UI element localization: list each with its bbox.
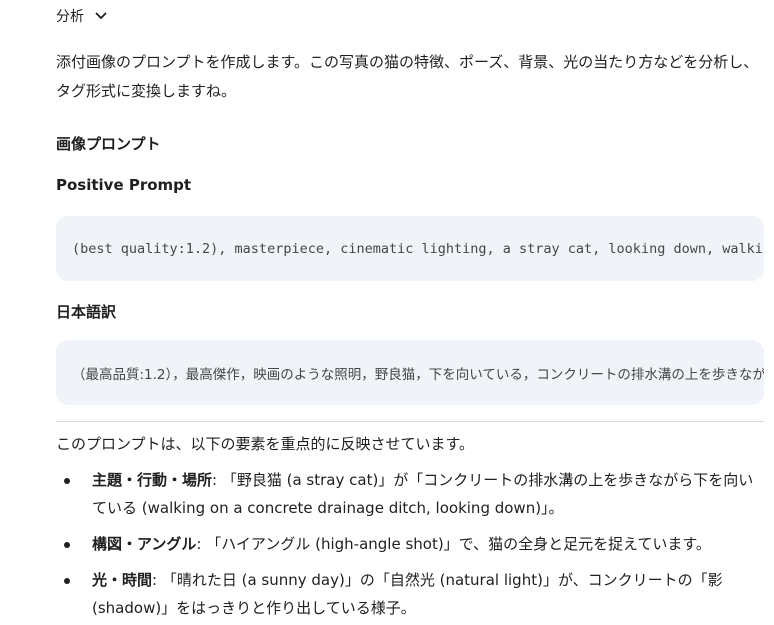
bullet-dot <box>64 542 70 548</box>
analysis-toggle[interactable]: 分析 <box>56 6 108 26</box>
positive-prompt-heading: Positive Prompt <box>56 176 192 194</box>
japanese-translation-heading: 日本語訳 <box>56 303 117 321</box>
element-list: 主題・行動・場所: 「野良猫 (a stray cat)」が「コンクリートの排水… <box>62 466 764 625</box>
japanese-translation-code: （最高品質:1.2），最高傑作，映画のような照明，野良猫，下を向いている，コンク… <box>72 366 764 383</box>
list-item-title: 光・時間 <box>92 571 153 589</box>
chevron-down-icon <box>94 9 108 23</box>
list-item-sep: : <box>152 571 162 589</box>
bullet-dot <box>64 478 70 484</box>
image-prompt-heading: 画像プロンプト <box>56 135 161 153</box>
list-item-sep: : <box>196 535 207 553</box>
list-item: 構図・アングル: 「ハイアングル (high-angle shot)」で、猫の全… <box>62 530 764 558</box>
positive-prompt-code-block[interactable]: (best quality:1.2), masterpiece, cinemat… <box>56 216 764 281</box>
list-item-title: 主題・行動・場所 <box>92 471 213 489</box>
intro-text: 添付画像のプロンプトを作成します。この写真の猫の特徴、ポーズ、背景、光の当たり方… <box>56 53 759 100</box>
list-item: 主題・行動・場所: 「野良猫 (a stray cat)」が「コンクリートの排水… <box>62 466 764 522</box>
list-item-sep: : <box>212 471 222 489</box>
divider <box>56 421 764 422</box>
list-item-title: 構図・アングル <box>92 535 197 553</box>
list-item-text: 「晴れた日 (a sunny day)」の「自然光 (natural light… <box>92 571 723 617</box>
bullet-dot <box>64 578 70 584</box>
japanese-translation-code-block[interactable]: （最高品質:1.2），最高傑作，映画のような照明，野良猫，下を向いている，コンク… <box>56 340 764 405</box>
analysis-label: 分析 <box>56 9 84 25</box>
list-item-text: 「ハイアングル (high-angle shot)」で、猫の全身と足元を捉えてい… <box>206 535 711 553</box>
positive-prompt-code: (best quality:1.2), masterpiece, cinemat… <box>72 240 764 257</box>
list-item: 光・時間: 「晴れた日 (a sunny day)」の「自然光 (natural… <box>62 566 764 622</box>
summary-text: このプロンプトは、以下の要素を重点的に反映させています。 <box>56 435 475 453</box>
